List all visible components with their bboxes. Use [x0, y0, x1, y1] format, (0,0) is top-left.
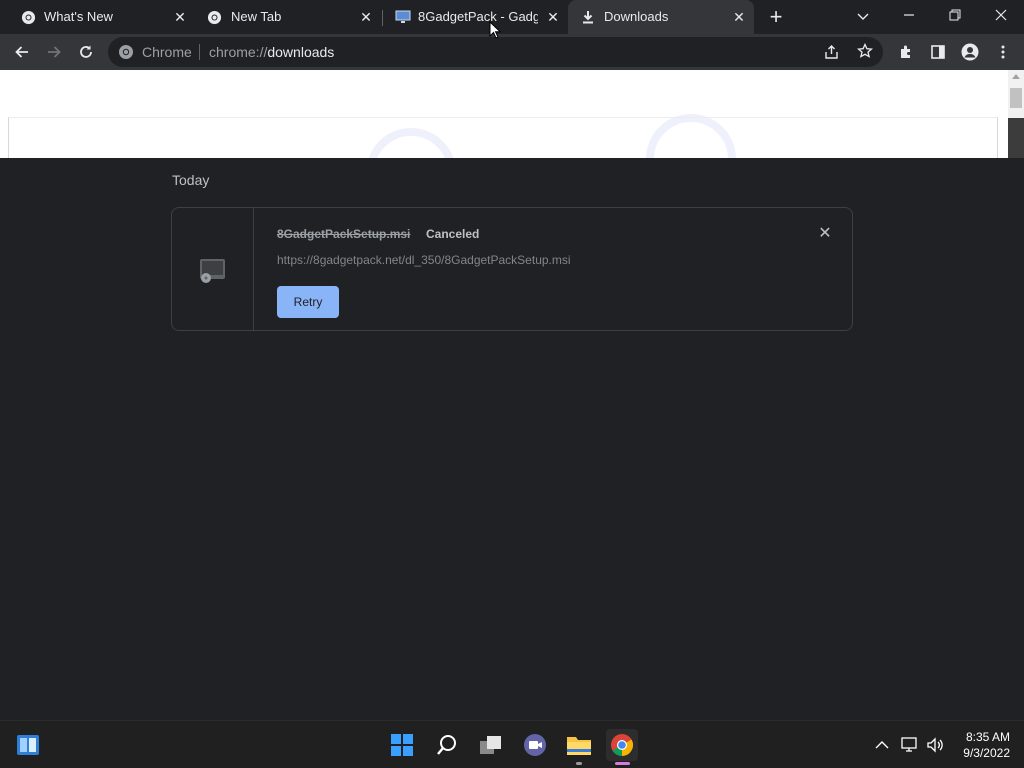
page-overlay-banner [0, 70, 1008, 158]
remove-download-close-icon[interactable]: ✕ [817, 226, 833, 242]
clock-time[interactable]: 8:35 AM [960, 730, 1010, 744]
download-source-url[interactable]: https://8gadgetpack.net/dl_350/8GadgetPa… [277, 253, 571, 267]
url-path: downloads [267, 44, 335, 60]
toolbar: Chrome chrome://downloads [0, 34, 1024, 70]
tab-whats-new[interactable]: What's New ✕ [0, 0, 196, 34]
volume-icon[interactable] [926, 736, 944, 754]
windows-taskbar: 8:35 AM 9/3/2022 [0, 720, 1024, 768]
chrome-taskbar-icon[interactable] [606, 729, 638, 761]
download-item-card: 8GadgetPackSetup.msi Canceled https://8g… [171, 207, 853, 331]
date-section-title: Today [172, 172, 210, 188]
clock-date[interactable]: 9/3/2022 [955, 746, 1010, 760]
task-view-icon[interactable] [475, 729, 507, 761]
close-icon[interactable]: ✕ [545, 9, 561, 25]
close-icon[interactable]: ✕ [358, 9, 374, 25]
scroll-up-arrow-icon[interactable] [1012, 74, 1020, 79]
window-close-button[interactable] [989, 5, 1013, 27]
chat-icon[interactable] [519, 729, 551, 761]
monitor-icon [395, 9, 411, 25]
tab-new-tab[interactable]: New Tab ✕ [196, 0, 382, 34]
widgets-icon[interactable] [12, 729, 44, 761]
tab-title: What's New [44, 9, 113, 24]
back-button[interactable] [11, 41, 33, 63]
retry-button[interactable]: Retry [277, 286, 339, 318]
forward-button[interactable] [43, 41, 65, 63]
tab-8gadgetpack[interactable]: 8GadgetPack - Gadgets ✕ [383, 0, 567, 34]
bookmark-star-icon[interactable] [856, 42, 874, 59]
reload-button[interactable] [75, 41, 97, 63]
minimize-button[interactable] [897, 5, 921, 27]
close-icon[interactable]: ✕ [731, 9, 747, 25]
show-hidden-icons-chevron-icon[interactable] [873, 736, 891, 754]
file-explorer-icon[interactable] [563, 729, 595, 761]
active-indicator [615, 762, 630, 765]
restore-button[interactable] [943, 5, 967, 27]
download-filename[interactable]: 8GadgetPackSetup.msi [277, 227, 410, 241]
share-icon[interactable] [824, 44, 840, 60]
mouse-cursor-icon [489, 20, 502, 39]
chrome-icon [20, 9, 36, 25]
profile-icon[interactable] [960, 42, 980, 62]
network-icon[interactable] [901, 736, 919, 754]
close-icon[interactable]: ✕ [172, 9, 188, 25]
tab-title: Downloads [604, 9, 669, 24]
scroll-thumb[interactable] [1010, 88, 1022, 108]
menu-icon[interactable] [993, 42, 1013, 62]
omnibox-site-label: Chrome [142, 44, 192, 60]
tab-search-button[interactable] [851, 5, 875, 27]
url-prefix: chrome:// [209, 44, 268, 60]
file-icon-column [172, 208, 254, 330]
tab-downloads[interactable]: Downloads ✕ [568, 0, 754, 34]
running-indicator [576, 762, 582, 765]
chrome-icon [206, 9, 222, 25]
extensions-icon[interactable] [896, 42, 916, 62]
side-panel-icon[interactable] [928, 42, 948, 62]
banner-frame [8, 117, 998, 158]
chrome-icon [118, 44, 134, 60]
search-icon[interactable] [431, 729, 463, 761]
installer-file-icon [197, 257, 227, 285]
tab-strip: What's New ✕ New Tab ✕ 8GadgetPack - Gad… [0, 0, 1024, 34]
start-icon[interactable] [386, 729, 418, 761]
download-icon [580, 9, 596, 25]
omnibox[interactable]: Chrome chrome://downloads [108, 37, 883, 67]
download-status: Canceled [426, 227, 480, 241]
scrollbar-track-dark [1008, 118, 1024, 158]
tab-title: New Tab [231, 9, 282, 24]
omnibox-url[interactable]: chrome://downloads [209, 44, 334, 60]
omnibox-divider [199, 44, 200, 60]
new-tab-button[interactable]: + [766, 6, 786, 28]
tab-title: 8GadgetPack - Gadgets [418, 9, 538, 24]
